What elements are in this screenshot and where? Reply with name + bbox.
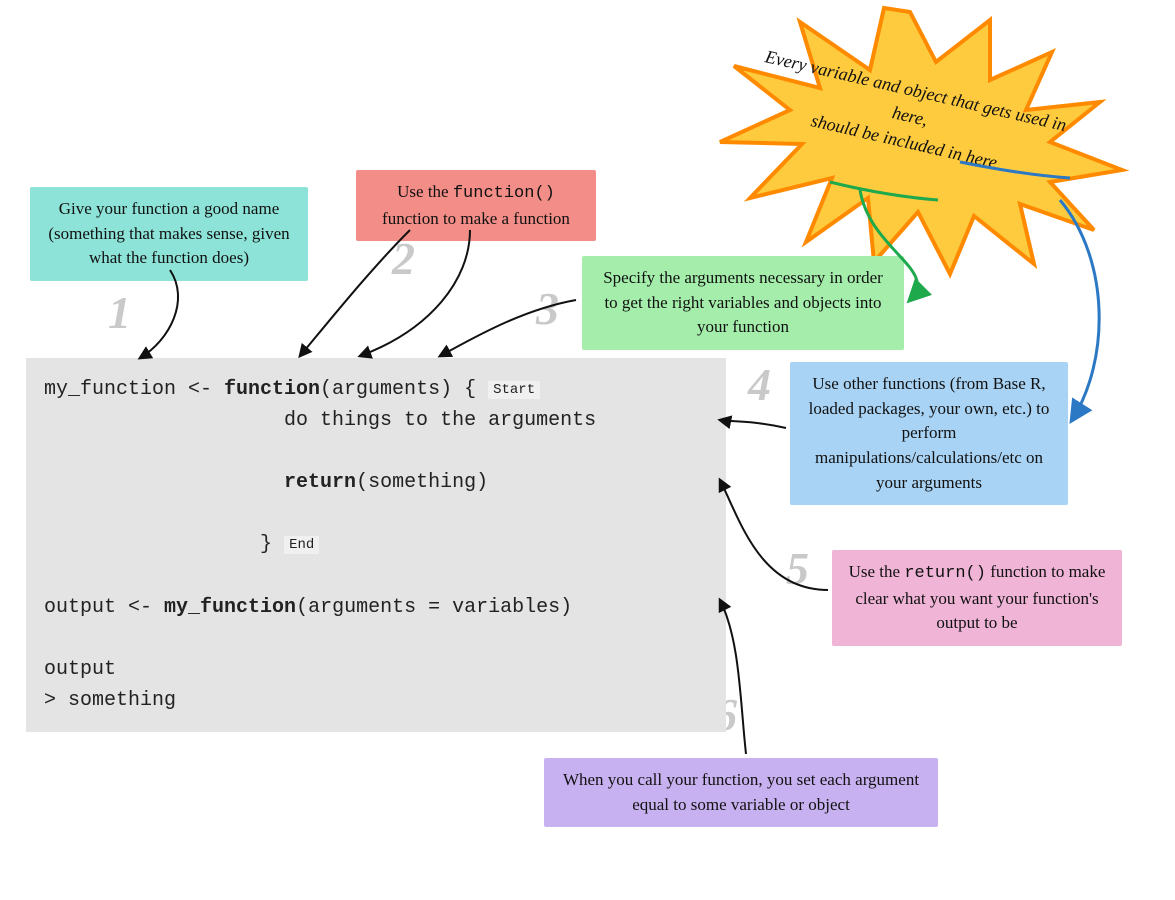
arrow-2b (360, 230, 470, 356)
step-number-4: 4 (748, 358, 771, 411)
arrow-2a (300, 230, 410, 356)
code1-seg3: (arguments) { (320, 378, 476, 401)
annotation-5-code: return() (904, 564, 986, 583)
code1-line3a (44, 471, 284, 494)
code-block-definition: my_function <- function(arguments) { Sta… (26, 358, 726, 576)
annotation-5-pre: Use the (849, 562, 905, 581)
annotation-1-text: Give your function a good name (somethin… (48, 199, 289, 267)
code1-seg2: function (224, 378, 320, 401)
annotation-6-call: When you call your function, you set eac… (544, 758, 938, 827)
step-number-1: 1 (108, 286, 131, 339)
code1-seg1: my_function <- (44, 378, 224, 401)
burst-callout: Every variable and object that gets used… (690, 0, 1130, 282)
code2-seg2: my_function (164, 596, 296, 619)
annotation-2-code: function() (453, 184, 555, 203)
code1-line4: } (44, 533, 272, 556)
annotation-3-text: Specify the arguments necessary in order… (603, 268, 883, 336)
code1-line3c: (something) (356, 471, 488, 494)
code1-line2: do things to the arguments (44, 409, 596, 432)
code2-line4: > something (44, 689, 176, 712)
code1-line3b: return (284, 471, 356, 494)
arrow-4 (720, 420, 786, 428)
annotation-2-function: Use the function() function to make a fu… (356, 170, 596, 241)
annotation-5-return: Use the return() function to make clear … (832, 550, 1122, 646)
code2-line3: output (44, 658, 116, 681)
annotation-4-text: Use other functions (from Base R, loaded… (809, 374, 1050, 492)
arrow-3 (440, 300, 576, 356)
badge-end: End (284, 536, 319, 554)
annotation-3-arguments: Specify the arguments necessary in order… (582, 256, 904, 350)
step-number-3: 3 (536, 282, 559, 335)
code2-seg1: output <- (44, 596, 164, 619)
code-block-call: output <- my_function(arguments = variab… (26, 576, 726, 732)
annotation-2-post: function to make a function (382, 209, 570, 228)
code2-seg3: (arguments = variables) (296, 596, 572, 619)
step-number-5: 5 (786, 542, 809, 595)
annotation-4-body: Use other functions (from Base R, loaded… (790, 362, 1068, 505)
arrow-1 (140, 270, 178, 358)
annotation-6-text: When you call your function, you set eac… (563, 770, 919, 814)
annotation-1-name: Give your function a good name (somethin… (30, 187, 308, 281)
annotation-2-pre: Use the (397, 182, 453, 201)
badge-start: Start (488, 381, 540, 399)
